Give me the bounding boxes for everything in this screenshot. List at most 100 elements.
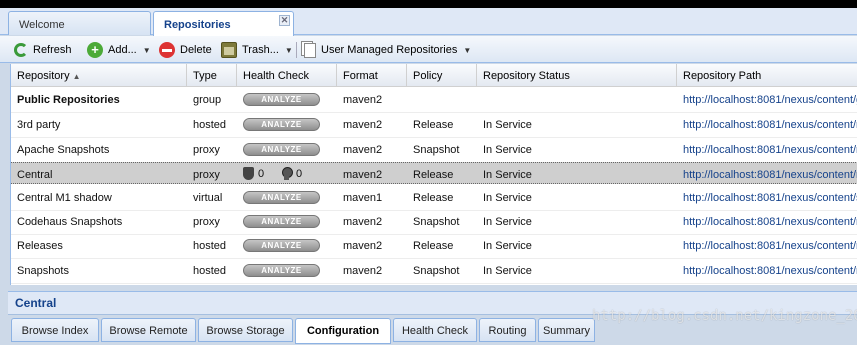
analyze-button[interactable]: ANALYZE bbox=[243, 191, 320, 204]
health-check-cell: ANALYZE bbox=[237, 113, 337, 137]
cell-type: virtual bbox=[193, 192, 223, 204]
cell-policy: Release bbox=[413, 192, 454, 204]
document-icon bbox=[304, 42, 316, 58]
chevron-down-icon: ▼ bbox=[463, 45, 472, 55]
cell-policy: Snapshot bbox=[413, 144, 460, 156]
grid-header: Repository ▲ Type Health Check Format Po… bbox=[11, 64, 857, 87]
analyze-button[interactable]: ANALYZE bbox=[243, 215, 320, 228]
table-row[interactable]: Snapshots hosted ANALYZE maven2 Snapshot In S… bbox=[11, 259, 857, 284]
shield-icon bbox=[243, 167, 254, 180]
analyze-button[interactable]: ANALYZE bbox=[243, 143, 320, 156]
tab-browse-index[interactable]: Browse Index bbox=[11, 318, 99, 342]
cell-status: In Service bbox=[483, 216, 532, 228]
tab-summary[interactable]: Summary bbox=[538, 318, 595, 342]
cell-policy bbox=[407, 88, 477, 112]
cell-type: proxy bbox=[193, 216, 220, 228]
column-header-type[interactable]: Type bbox=[187, 64, 237, 87]
trash-icon bbox=[221, 42, 237, 58]
cell-format: maven2 bbox=[343, 265, 383, 277]
tab-repositories[interactable]: Repositories ✕ bbox=[153, 11, 294, 36]
repository-toolbar: Refresh + Add... ▼ Delete Trash... ▼ Use… bbox=[0, 36, 857, 63]
cell-path: http://localhost:8081/nexus/content/shad… bbox=[683, 192, 857, 204]
column-header-health-check[interactable]: Health Check bbox=[237, 64, 337, 87]
cell-path: http://localhost:8081/nexus/content/grou… bbox=[683, 94, 857, 106]
cell-path: http://localhost:8081/nexus/content/repo… bbox=[683, 216, 857, 228]
cell-format: maven2 bbox=[343, 94, 383, 106]
cell-name: Central bbox=[17, 169, 53, 181]
analyze-button[interactable]: ANALYZE bbox=[243, 239, 320, 252]
health-check-cell: ANALYZE bbox=[237, 234, 337, 258]
license-count: 0 bbox=[296, 167, 303, 180]
column-header-format[interactable]: Format bbox=[337, 64, 407, 87]
delete-icon bbox=[159, 42, 175, 58]
security-count: 0 bbox=[258, 167, 265, 180]
cell-format: maven2 bbox=[343, 119, 383, 131]
health-check-cell: 00 bbox=[237, 163, 337, 187]
health-check-cell: ANALYZE bbox=[237, 138, 337, 162]
cell-status: In Service bbox=[483, 144, 532, 156]
refresh-button[interactable]: Refresh bbox=[14, 41, 72, 59]
cell-name: 3rd party bbox=[17, 119, 61, 131]
table-row[interactable]: Releases hosted ANALYZE maven2 Release In Ser… bbox=[11, 234, 857, 259]
cell-status bbox=[477, 88, 677, 112]
tab-browse-remote[interactable]: Browse Remote bbox=[101, 318, 196, 342]
cell-name: Releases bbox=[17, 240, 63, 252]
column-header-policy[interactable]: Policy bbox=[407, 64, 477, 87]
analyze-button[interactable]: ANALYZE bbox=[243, 264, 320, 277]
analyze-button[interactable]: ANALYZE bbox=[243, 118, 320, 131]
cell-name: Snapshots bbox=[17, 265, 69, 277]
cell-type: proxy bbox=[193, 169, 220, 181]
cell-format: maven2 bbox=[343, 169, 383, 181]
table-row[interactable]: Codehaus Snapshots proxy ANALYZE maven2 Snap… bbox=[11, 210, 857, 235]
refresh-icon bbox=[14, 43, 28, 57]
cell-name: Apache Snapshots bbox=[17, 144, 110, 156]
column-header-repository[interactable]: Repository ▲ bbox=[11, 64, 187, 87]
add-button[interactable]: + Add... ▼ bbox=[87, 41, 151, 59]
nexus-app-frame: Welcome Repositories ✕ Refresh + Add... … bbox=[0, 8, 857, 345]
cell-name: Central M1 shadow bbox=[17, 192, 112, 204]
chevron-down-icon: ▼ bbox=[284, 45, 293, 55]
tab-welcome[interactable]: Welcome bbox=[8, 11, 151, 35]
cell-path: http://localhost:8081/nexus/content/repo… bbox=[683, 119, 857, 131]
table-row[interactable]: 3rd party hosted ANALYZE maven2 Release In Se… bbox=[11, 113, 857, 138]
table-row[interactable]: Central M1 shadow virtual ANALYZE maven1 Rel… bbox=[11, 186, 857, 211]
top-tab-bar: Welcome Repositories ✕ bbox=[0, 8, 857, 36]
cell-type: group bbox=[193, 94, 222, 106]
cell-type: hosted bbox=[193, 265, 227, 277]
user-managed-repositories-button[interactable]: User Managed Repositories ▼ bbox=[301, 41, 471, 59]
analyze-button[interactable]: ANALYZE bbox=[243, 93, 320, 106]
column-header-repository-status[interactable]: Repository Status bbox=[477, 64, 677, 87]
watermark: http://blog.csdn.net/kingzone_2008 bbox=[592, 308, 857, 324]
tab-configuration[interactable]: Configuration bbox=[295, 318, 391, 344]
repository-grid: Repository ▲ Type Health Check Format Po… bbox=[10, 64, 857, 285]
cell-format: maven2 bbox=[343, 240, 383, 252]
tab-welcome-label: Welcome bbox=[19, 19, 65, 31]
column-header-repository-path[interactable]: Repository Path bbox=[677, 64, 857, 87]
table-row[interactable]: Central proxy 0 0 maven2 Release In Service htt… bbox=[11, 162, 857, 184]
table-row[interactable]: Apache Snapshots proxy ANALYZE maven2 Snapsh… bbox=[11, 138, 857, 163]
cell-format: maven1 bbox=[343, 192, 383, 204]
cell-name: Public Repositories bbox=[17, 94, 120, 106]
close-icon[interactable]: ✕ bbox=[279, 15, 290, 26]
cell-path: http://localhost:8081/nexus/content/repo… bbox=[683, 265, 857, 277]
tab-health-check[interactable]: Health Check bbox=[393, 318, 477, 342]
license-badge-icon bbox=[281, 167, 293, 180]
tab-browse-storage[interactable]: Browse Storage bbox=[198, 318, 293, 342]
table-row[interactable]: Public Repositories group ANALYZE maven2 htt… bbox=[11, 88, 857, 113]
tab-repositories-label: Repositories bbox=[164, 19, 231, 31]
delete-button[interactable]: Delete bbox=[159, 41, 212, 59]
toolbar-divider bbox=[296, 42, 297, 58]
license-issues[interactable]: 0 bbox=[281, 167, 302, 180]
cell-policy: Snapshot bbox=[413, 216, 460, 228]
cell-policy: Release bbox=[413, 119, 454, 131]
cell-policy: Snapshot bbox=[413, 265, 460, 277]
security-issues[interactable]: 0 bbox=[243, 167, 264, 180]
trash-button[interactable]: Trash... ▼ bbox=[221, 41, 293, 59]
delete-label: Delete bbox=[180, 44, 212, 56]
cell-status: In Service bbox=[483, 192, 532, 204]
cell-status: In Service bbox=[483, 240, 532, 252]
cell-name: Codehaus Snapshots bbox=[17, 216, 123, 228]
cell-policy: Release bbox=[413, 169, 454, 181]
cell-policy: Release bbox=[413, 240, 454, 252]
tab-routing[interactable]: Routing bbox=[479, 318, 536, 342]
